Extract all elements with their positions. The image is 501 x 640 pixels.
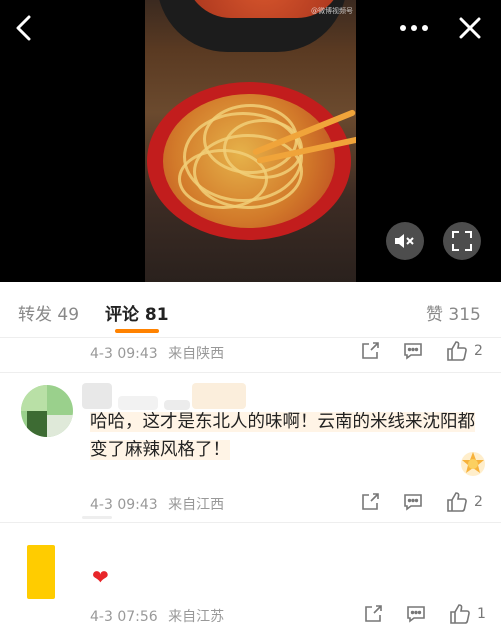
share-icon (362, 342, 379, 359)
reply-button[interactable] (403, 492, 423, 512)
comment-time: 4-3 07:56 (90, 609, 158, 625)
close-button[interactable] (454, 12, 486, 44)
like-count: 1 (477, 606, 486, 622)
comment-body: 哈哈，这才是东北人的味啊！云南的米线来沈阳都变了麻辣风格了！ (90, 412, 475, 460)
active-tab-indicator (115, 329, 159, 333)
share-button[interactable] (360, 341, 380, 361)
comment-time: 4-3 09:43 (90, 497, 158, 513)
video-player[interactable]: @微博视频号 (0, 0, 501, 282)
divider (0, 522, 501, 523)
comment-location: 来自江苏 (168, 609, 225, 625)
comment-text: 哈哈，这才是东北人的味啊！云南的米线来沈阳都变了麻辣风格了！ (90, 408, 482, 464)
like-button[interactable]: 2 (446, 491, 483, 513)
comment-tabs: 转发 49 评论 81 赞 315 (0, 282, 501, 338)
mute-button[interactable] (386, 222, 424, 260)
comment-location: 来自江西 (168, 497, 225, 513)
avatar[interactable] (27, 545, 55, 599)
fullscreen-icon (452, 231, 472, 251)
avatar[interactable] (21, 385, 73, 437)
divider (0, 372, 501, 373)
like-button[interactable]: 1 (449, 603, 486, 625)
like-button[interactable]: 2 (446, 340, 483, 362)
share-icon (365, 605, 382, 622)
noodle-bowl (147, 82, 351, 240)
comment-2-meta: 4-3 09:43 来自江西 (90, 494, 224, 514)
reply-button[interactable] (406, 604, 426, 624)
tab-likes[interactable]: 赞 315 (426, 300, 481, 325)
tab-comments[interactable]: 评论 81 (105, 300, 169, 325)
username-blurred[interactable] (82, 383, 112, 409)
share-icon (362, 493, 379, 510)
chevron-left-icon (16, 15, 31, 41)
volume-mute-icon (395, 234, 414, 248)
comment-1-meta: 4-3 09:43 来自陕西 (90, 343, 224, 363)
comment-icon (407, 606, 425, 623)
comment-location: 来自陕西 (168, 346, 225, 362)
like-count: 2 (474, 494, 483, 510)
reply-button[interactable] (403, 341, 423, 361)
heart-emoji: ❤ (92, 565, 109, 589)
share-button[interactable] (360, 492, 380, 512)
share-button[interactable] (363, 604, 383, 624)
more-button[interactable] (396, 12, 432, 44)
avatar-image (21, 385, 73, 437)
like-count: 2 (474, 343, 483, 359)
comment-time: 4-3 09:43 (90, 346, 158, 362)
badge-blurred (192, 383, 246, 409)
thumbs-up-icon (450, 604, 470, 624)
close-icon (459, 17, 481, 39)
thumbs-up-icon (447, 492, 467, 512)
back-button[interactable] (8, 12, 40, 44)
more-horizontal-icon (400, 25, 428, 31)
sun-badge-icon (456, 449, 490, 479)
thumbs-up-icon (447, 341, 467, 361)
fullscreen-button[interactable] (443, 222, 481, 260)
comment-icon (404, 494, 422, 511)
video-frame: @微博视频号 (145, 0, 356, 282)
video-watermark: @微博视频号 (311, 7, 353, 15)
tab-repost[interactable]: 转发 49 (18, 300, 79, 325)
comment-icon (404, 343, 422, 360)
divider (82, 516, 112, 519)
comment-3-meta: 4-3 07:56 来自江苏 (90, 606, 224, 626)
